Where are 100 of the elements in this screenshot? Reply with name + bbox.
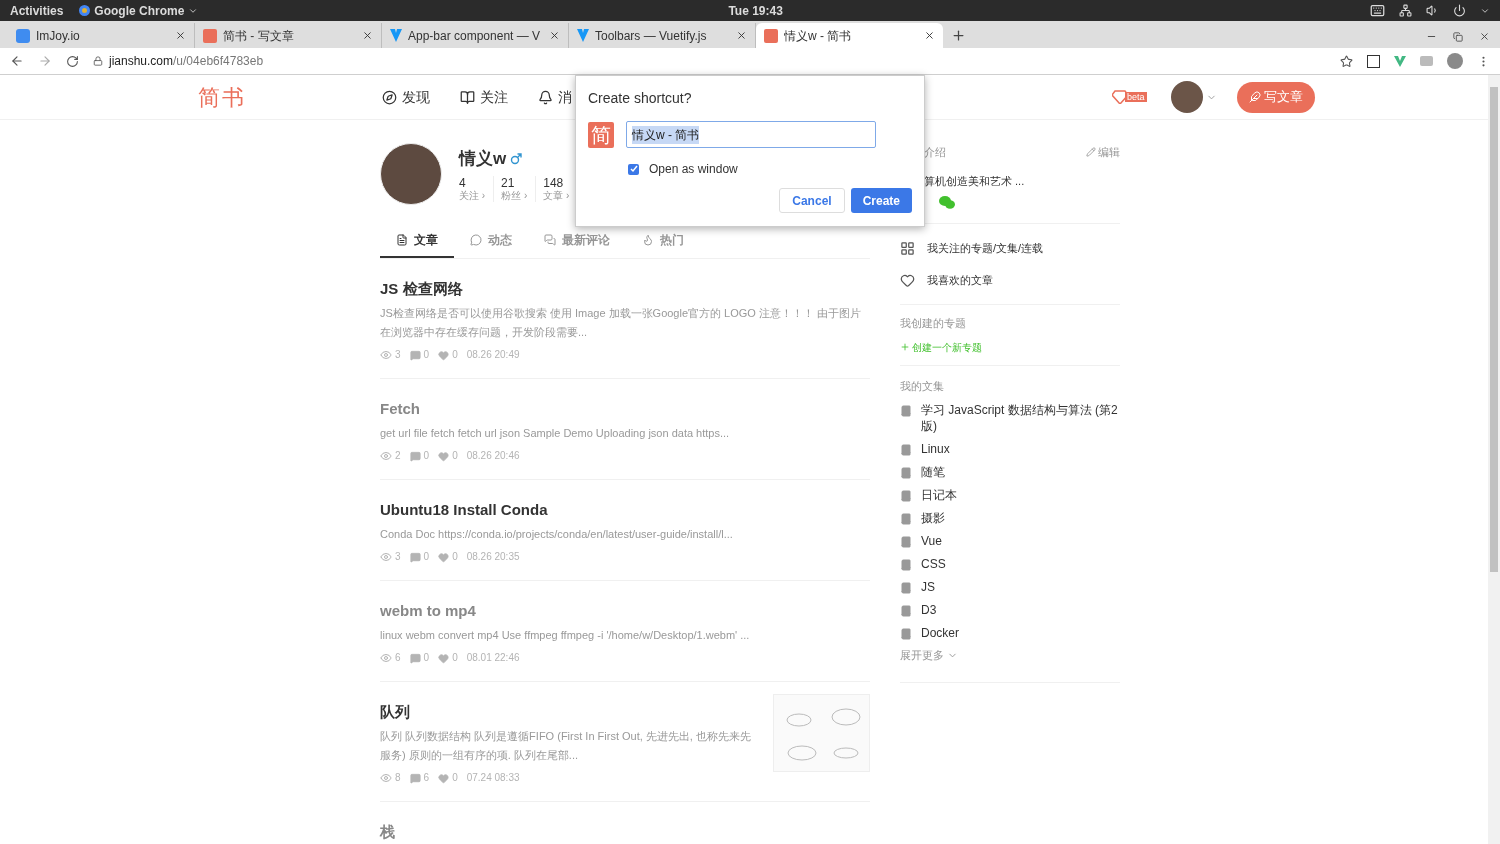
article-summary: 队列 队列数据结构 队列是遵循FIFO (First In First Out, 先进先出, 也称先来先服务) 原则的一组有序的项. 队列在尾部... <box>380 729 751 763</box>
extension-icon[interactable] <box>1367 54 1380 68</box>
article-time: 08.26 20:49 <box>466 349 520 361</box>
activities-button[interactable]: Activities <box>10 1 64 20</box>
notebook-link[interactable]: 学习 JavaScript 数据结构与算法 (第2版) <box>921 402 1120 434</box>
power-icon[interactable] <box>1453 4 1466 17</box>
profile-avatar[interactable] <box>1447 53 1463 69</box>
eye-icon <box>380 652 392 664</box>
restore-icon[interactable] <box>1453 31 1463 42</box>
new-tab-icon[interactable] <box>951 28 966 43</box>
notebook-icon <box>900 559 912 571</box>
feather-icon <box>1248 91 1261 103</box>
app-favicon-icon <box>16 28 30 43</box>
notebook-link[interactable]: 随笔 <box>921 464 945 480</box>
heart-icon <box>438 772 450 784</box>
close-icon[interactable] <box>175 30 186 41</box>
keyboard-icon[interactable] <box>1370 3 1385 18</box>
compass-icon <box>382 89 397 105</box>
book-icon <box>460 89 475 105</box>
close-icon[interactable] <box>736 30 747 41</box>
user-avatar[interactable] <box>1170 81 1203 113</box>
eye-icon <box>380 349 392 361</box>
back-icon[interactable] <box>10 54 24 68</box>
close-icon[interactable] <box>1479 31 1490 42</box>
stat-link[interactable]: 4 关注 › <box>459 175 495 202</box>
notebook-icon <box>900 467 912 479</box>
bookmark-star-icon[interactable] <box>1340 54 1353 68</box>
volume-icon[interactable] <box>1426 4 1439 17</box>
network-icon[interactable] <box>1399 4 1412 17</box>
notebook-icon <box>900 536 912 548</box>
eye-icon <box>380 551 392 563</box>
view-count: 3 <box>395 551 401 563</box>
checkbox[interactable] <box>628 163 639 175</box>
comment-icon <box>409 450 421 462</box>
notebook-link[interactable]: Linux <box>921 441 950 457</box>
dialog-title: Create shortcut? <box>588 89 693 108</box>
notebook-link[interactable]: 日记本 <box>921 487 957 503</box>
name-field[interactable]: 情义w - 简书 <box>626 121 876 148</box>
article-summary: linux webm convert mp4 Use ffmpeg ffmpeg -i '/home/w/Desktop/1.webm' ... <box>380 628 751 643</box>
address-field[interactable]: jianshu.com/u/04eb6f4783eb <box>93 52 1326 70</box>
stat-link[interactable]: 148 文章 › <box>543 175 578 202</box>
browser-tab[interactable]: 情义w - 简书 <box>756 23 943 48</box>
flame-icon <box>642 233 654 246</box>
comments-icon <box>544 233 556 246</box>
close-icon[interactable] <box>549 30 560 41</box>
heart-icon <box>438 450 450 462</box>
notebook-link[interactable]: Vue <box>921 533 942 549</box>
reload-icon[interactable] <box>66 54 79 68</box>
bell-icon <box>538 89 553 105</box>
comment-icon <box>409 652 421 664</box>
content-tab[interactable]: 文章 <box>380 223 454 258</box>
article-title[interactable]: webm to mp4 <box>380 601 870 621</box>
nav-link[interactable]: 消 <box>538 86 572 108</box>
close-icon[interactable] <box>362 30 373 41</box>
notebook-icon <box>900 405 912 417</box>
nav-link[interactable]: 关注 <box>460 86 508 108</box>
pencil-icon <box>1086 147 1096 158</box>
notebook-icon <box>900 490 912 502</box>
tab-title: ImJoy.io <box>36 27 81 45</box>
article-title[interactable]: 栈 <box>380 822 870 842</box>
stat-link[interactable]: 21 粉丝 › <box>501 175 537 202</box>
notebook-link[interactable]: 摄影 <box>921 510 945 526</box>
comment-count: 0 <box>423 652 430 664</box>
article-summary: get url file fetch fetch url json Sample Demo Uploading json data https... <box>380 426 731 441</box>
like-count: 0 <box>452 450 458 462</box>
notebook-link[interactable]: Docker <box>921 625 959 641</box>
close-icon[interactable] <box>924 30 935 41</box>
like-count: 0 <box>452 772 458 784</box>
comment-icon <box>409 772 421 784</box>
scrollbar[interactable] <box>1488 75 1500 844</box>
sidebar-link[interactable]: 我关注的专题/文集/连载 <box>927 239 1044 257</box>
diagram-thumbnail[interactable] <box>773 694 870 772</box>
heart-icon <box>900 272 915 288</box>
speech-bubble-icon <box>470 233 482 246</box>
view-count: 2 <box>395 450 401 462</box>
eye-icon <box>380 450 392 462</box>
plus-icon <box>900 342 910 352</box>
lock-icon <box>93 56 103 66</box>
article-title[interactable]: Fetch <box>380 399 870 419</box>
tab-title: App-bar component — V <box>408 27 542 45</box>
notebook-icon <box>900 605 912 617</box>
heart-icon <box>438 652 450 664</box>
notebook-link[interactable]: D3 <box>921 602 937 618</box>
article-time: 08.01 22:46 <box>466 652 520 664</box>
article-title[interactable]: Ubuntu18 Install Conda <box>380 500 870 520</box>
article-title[interactable]: 队列 <box>380 702 751 722</box>
notebook-link[interactable]: JS <box>921 579 935 595</box>
dialog-button[interactable]: Create <box>850 188 912 213</box>
article-time: 07.24 08:33 <box>466 772 520 784</box>
notebook-icon <box>900 582 912 594</box>
sidebar-link[interactable]: 我喜欢的文章 <box>927 271 993 289</box>
article-title[interactable]: JS 检查网络 <box>380 279 870 299</box>
article-time: 08.26 20:46 <box>466 450 520 462</box>
chrome-logo-icon <box>79 5 91 16</box>
notebook-link[interactable]: CSS <box>921 556 946 572</box>
app-menu[interactable]: Google Chrome <box>94 1 185 20</box>
nav-link[interactable]: 发现 <box>382 86 430 108</box>
male-icon <box>510 153 523 165</box>
dialog-button[interactable]: Cancel <box>779 188 845 213</box>
clock[interactable]: Tue 19:43 <box>728 1 783 20</box>
